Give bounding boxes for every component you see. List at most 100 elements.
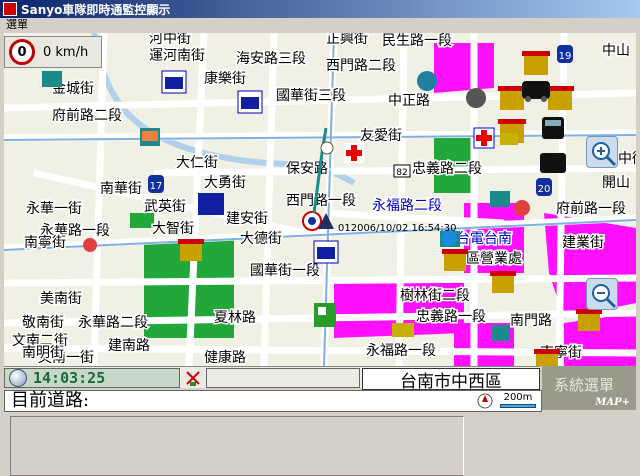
app-window: Sanyo車隊即時通監控顯示 選單 19 17 20 82 河中街 運河南街 金… [0, 0, 640, 476]
temple-icon [534, 349, 560, 366]
station-icon [237, 90, 263, 114]
temple-icon [576, 309, 602, 331]
street-label: 建南路 [108, 338, 150, 354]
street-label: 南明街 [22, 345, 64, 361]
street-label: 忠義路二段 [412, 160, 482, 177]
hotel-icon [492, 325, 510, 341]
street-label: 開山 [602, 175, 630, 191]
district-label: 台南市中西區 [362, 368, 540, 392]
street-label: 中山 [602, 43, 630, 59]
street-label: 夏林路 [214, 310, 256, 326]
street-label: 永福路一段 [366, 343, 436, 359]
zoom-out-button[interactable] [586, 278, 618, 310]
street-label: 健康路 [204, 349, 246, 366]
street-label: 建業街 [562, 235, 604, 251]
scale-bar [500, 404, 536, 408]
street-label: 運河南街 [149, 48, 205, 64]
street-label: 民生路一段 [382, 33, 452, 49]
street-label: 河中街 [149, 33, 191, 47]
street-label: 樹林街二段 [400, 288, 470, 304]
menu-item-select[interactable]: 選單 [6, 18, 28, 31]
vehicle-timestamp-label: 012006/10/02 16:54:30 [338, 223, 456, 234]
brand-logo: MAP+ [595, 397, 630, 408]
street-label: 國華街一段 [250, 263, 320, 279]
street-label: 大勇街 [204, 175, 246, 191]
park-area [130, 213, 154, 228]
route-badge-20: 20 [536, 178, 552, 196]
hotel-icon [140, 128, 160, 146]
map-scale: 200m [498, 392, 538, 410]
status-empty-field [206, 368, 360, 388]
hotel-icon [42, 71, 62, 87]
current-road-bar: 目前道路: [4, 390, 542, 412]
shrine-icon [500, 133, 518, 145]
street-label: 府前路一段 [556, 200, 626, 217]
hospital-icon [473, 127, 495, 149]
menu-bar: 選單 [0, 18, 640, 32]
street-label: 中正路 [388, 93, 430, 109]
speed-value: 0 km/h [43, 44, 89, 60]
street-label: 忠義路一段 [416, 308, 486, 325]
north-arrow-icon [320, 141, 334, 155]
map-view[interactable]: 19 17 20 82 河中街 運河南街 金城街 府前路二段 康樂街 海安路三段 正興街 民生… [4, 33, 636, 366]
svg-text:82: 82 [396, 168, 407, 178]
system-menu-button[interactable]: 系統選單 MAP+ [542, 366, 636, 410]
temple-icon [522, 51, 550, 75]
app-icon [3, 2, 17, 16]
gps-signal-icon [183, 368, 203, 388]
lower-panel [10, 416, 464, 476]
street-label: 西門路二段 [326, 58, 396, 74]
hotel-icon [490, 191, 510, 207]
vehicle-icon [522, 81, 550, 102]
route-badge-82: 82 [393, 164, 411, 178]
street-label: 台電台南 [456, 231, 512, 247]
street-label: 永福路二段 [372, 198, 442, 214]
svg-text:17: 17 [150, 181, 163, 192]
vehicle-icon [542, 117, 564, 139]
scale-label: 200m [503, 392, 533, 403]
compass-icon [476, 393, 494, 409]
temple-icon [442, 249, 468, 271]
street-label: 康樂街 [204, 70, 246, 87]
street-label: 府前路二段 [52, 107, 122, 124]
street-label: 西門路一段 [286, 193, 356, 209]
current-road-label: 目前道路: [11, 390, 90, 411]
street-label: 南門路 [510, 313, 552, 329]
speed-indicator: 0 0 km/h [4, 36, 102, 68]
vehicle-icon [540, 153, 566, 173]
street-label: 大仁街 [176, 155, 218, 171]
street-label: 區營業處 [466, 251, 522, 267]
temple-icon [178, 239, 204, 261]
street-label: 友愛街 [360, 128, 402, 144]
shrine-icon [392, 323, 414, 337]
zoom-in-button[interactable] [586, 136, 618, 168]
bus-stop-icon [83, 238, 97, 252]
station-icon [198, 193, 224, 215]
bus-stop-icon [466, 88, 486, 108]
street-label: 南寧街 [24, 234, 66, 251]
route-badge-17: 17 [148, 175, 164, 193]
bus-stop-icon [417, 71, 437, 91]
commercial-zone [434, 43, 494, 93]
lower-area [0, 412, 640, 476]
street-label: 大智街 [152, 221, 194, 237]
svg-text:20: 20 [538, 184, 551, 195]
route-badge-19: 19 [557, 45, 573, 63]
map-canvas: 19 17 20 82 河中街運河南街金城街府前路二段康樂街海安路三段正興街 民生… [4, 33, 636, 366]
street-label: 南華街 [100, 181, 142, 197]
title-bar[interactable]: Sanyo車隊即時通監控顯示 [0, 0, 640, 18]
clock-time: 14:03:25 [33, 369, 106, 387]
temple-icon [498, 86, 526, 110]
street-label: 永華路二段 [78, 315, 148, 331]
street-label: 建安街 [226, 211, 268, 227]
street-label: 海安路三段 [236, 51, 306, 67]
system-menu-label: 系統選單 [554, 376, 615, 394]
street-label: 國華街三段 [276, 88, 346, 104]
speed-dial: 0 [9, 39, 35, 65]
street-label: 武英街 [144, 198, 186, 215]
magnifier-plus-icon [592, 142, 617, 167]
gps-clock: 14:03:25 [4, 368, 180, 388]
street-label: 正興街 [326, 33, 368, 47]
station-icon [161, 70, 187, 94]
street-label: 美南街 [40, 291, 82, 307]
